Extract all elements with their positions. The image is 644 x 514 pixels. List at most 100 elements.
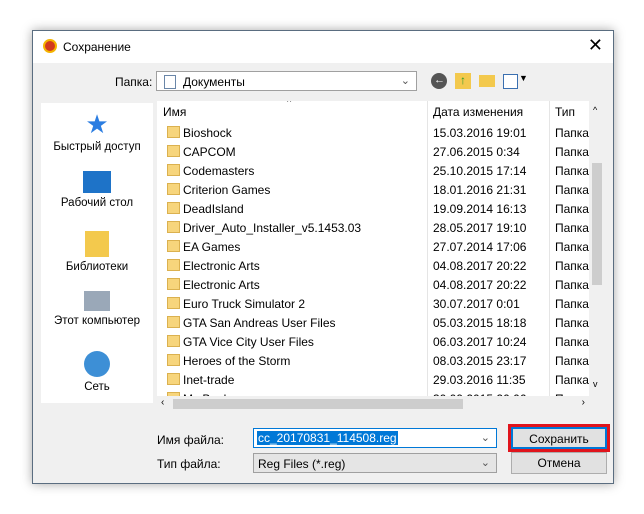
desktop-icon bbox=[83, 171, 111, 193]
up-folder-icon[interactable]: ↑ bbox=[455, 73, 471, 89]
folder-icon bbox=[167, 373, 180, 385]
file-date: 30.07.2017 0:01 bbox=[433, 297, 520, 311]
file-row[interactable]: GTA San Andreas User Files 05.03.2015 18:… bbox=[157, 313, 589, 332]
folder-icon bbox=[167, 354, 180, 366]
file-list[interactable]: ^ Имя Дата изменения Тип Bioshock 15.03.2… bbox=[157, 101, 589, 396]
place-this-pc[interactable]: Этот компьютер bbox=[41, 291, 153, 327]
network-icon bbox=[84, 351, 110, 377]
document-icon bbox=[164, 75, 176, 89]
folder-icon bbox=[167, 164, 180, 176]
file-date: 04.08.2017 20:22 bbox=[433, 278, 527, 292]
file-row[interactable]: EA Games 27.07.2014 17:06 Папка bbox=[157, 237, 589, 256]
column-date[interactable]: Дата изменения bbox=[433, 105, 523, 119]
file-date: 29.03.2016 11:35 bbox=[433, 373, 526, 387]
save-dialog: Сохранение ✕ Папка: Документы ⌄ ← ↑ ▼ ★ Б… bbox=[32, 30, 614, 484]
filetype-select[interactable]: Reg Files (*.reg) ⌄ bbox=[253, 453, 497, 473]
file-name: CAPCOM bbox=[183, 145, 236, 159]
libraries-icon bbox=[85, 231, 109, 257]
folder-icon bbox=[167, 221, 180, 233]
file-type: Папка bbox=[555, 126, 589, 140]
file-type: Папка bbox=[555, 183, 589, 197]
app-icon bbox=[43, 39, 57, 53]
file-row[interactable]: Bioshock 15.03.2016 19:01 Папка bbox=[157, 123, 589, 142]
cancel-button[interactable]: Отмена bbox=[511, 452, 607, 474]
place-label: Сеть bbox=[84, 381, 110, 393]
folder-icon bbox=[167, 297, 180, 309]
file-row[interactable]: Criterion Games 18.01.2016 21:31 Папка bbox=[157, 180, 589, 199]
title-bar: Сохранение ✕ bbox=[33, 31, 613, 63]
filetype-value: Reg Files (*.reg) bbox=[258, 457, 346, 471]
back-icon[interactable]: ← bbox=[431, 73, 447, 89]
filename-label: Имя файла: bbox=[157, 433, 224, 447]
filename-value: cc_20170831_114508.reg bbox=[257, 431, 398, 445]
folder-icon bbox=[167, 278, 180, 290]
place-network[interactable]: Сеть bbox=[41, 351, 153, 393]
column-type[interactable]: Тип bbox=[555, 105, 575, 119]
file-row[interactable]: GTA Vice City User Files 06.03.2017 10:24… bbox=[157, 332, 589, 351]
file-type: Папка bbox=[555, 335, 589, 349]
close-button[interactable]: ✕ bbox=[588, 35, 603, 56]
file-type: Папка bbox=[555, 202, 589, 216]
save-button[interactable]: Сохранить bbox=[511, 427, 607, 449]
file-name: Euro Truck Simulator 2 bbox=[183, 297, 306, 311]
file-row[interactable]: My Books30.09.2015 20:06Папка bbox=[157, 389, 589, 396]
folder-icon bbox=[167, 240, 180, 252]
folder-icon bbox=[167, 335, 180, 347]
folder-label: Папка: bbox=[115, 75, 153, 89]
file-type: Папка bbox=[555, 373, 589, 387]
file-date: 06.03.2017 10:24 bbox=[433, 335, 527, 349]
horizontal-scrollbar[interactable]: ‹ › bbox=[157, 396, 589, 412]
list-header: ^ Имя Дата изменения Тип bbox=[157, 101, 589, 121]
file-type: Папка bbox=[555, 297, 589, 311]
file-row[interactable]: DeadIsland 19.09.2014 16:13 Папка bbox=[157, 199, 589, 218]
column-name[interactable]: Имя bbox=[163, 105, 186, 119]
file-row[interactable]: Codemasters 25.10.2015 17:14 Папка bbox=[157, 161, 589, 180]
folder-icon bbox=[167, 145, 180, 157]
file-row[interactable]: Driver_Auto_Installer_v5.1453.03 28.05.20… bbox=[157, 218, 589, 237]
view-menu-icon[interactable]: ▼ bbox=[503, 73, 528, 89]
file-name: EA Games bbox=[183, 240, 241, 254]
file-row[interactable]: Euro Truck Simulator 2 30.07.2017 0:01 Пап… bbox=[157, 294, 589, 313]
file-row[interactable]: Electronic Arts 04.08.2017 20:22 Папка bbox=[157, 256, 589, 275]
file-row[interactable]: CAPCOM 27.06.2015 0:34 Папка bbox=[157, 142, 589, 161]
star-icon: ★ bbox=[85, 109, 109, 139]
file-type: Папка bbox=[555, 259, 589, 273]
file-name: GTA Vice City User Files bbox=[183, 335, 314, 349]
file-date: 27.06.2015 0:34 bbox=[433, 145, 520, 159]
file-name: Bioshock bbox=[183, 126, 232, 140]
folder-value: Документы bbox=[183, 75, 245, 89]
file-name: Electronic Arts bbox=[183, 278, 260, 292]
file-name: DeadIsland bbox=[183, 202, 244, 216]
file-name: Heroes of the Storm bbox=[183, 354, 291, 368]
chevron-down-icon: ⌄ bbox=[480, 457, 490, 469]
place-desktop[interactable]: Рабочий стол bbox=[41, 171, 153, 209]
file-name: Codemasters bbox=[183, 164, 255, 178]
vertical-scrollbar[interactable]: ^ v bbox=[589, 101, 605, 396]
place-label: Быстрый доступ bbox=[53, 141, 141, 153]
file-name: Criterion Games bbox=[183, 183, 271, 197]
file-name: GTA San Andreas User Files bbox=[183, 316, 336, 330]
place-libraries[interactable]: Библиотеки bbox=[41, 231, 153, 273]
filename-input[interactable]: cc_20170831_114508.reg ⌄ bbox=[253, 428, 497, 448]
folder-icon bbox=[167, 202, 180, 214]
file-date: 19.09.2014 16:13 bbox=[433, 202, 527, 216]
file-row[interactable]: Inet-trade 29.03.2016 11:35 Папка bbox=[157, 370, 589, 389]
new-folder-icon[interactable] bbox=[479, 75, 495, 87]
file-type: Папка bbox=[555, 164, 589, 178]
folder-icon bbox=[167, 126, 180, 138]
window-title: Сохранение bbox=[63, 40, 131, 54]
chevron-down-icon[interactable]: ⌄ bbox=[481, 431, 490, 444]
folder-icon bbox=[167, 183, 180, 195]
sort-up-icon: ^ bbox=[287, 101, 292, 107]
file-row[interactable]: Electronic Arts 04.08.2017 20:22 Папка bbox=[157, 275, 589, 294]
folder-combo[interactable]: Документы ⌄ bbox=[156, 71, 417, 91]
computer-icon bbox=[84, 291, 110, 311]
place-label: Этот компьютер bbox=[54, 315, 140, 327]
file-date: 08.03.2015 23:17 bbox=[433, 354, 527, 368]
file-type: Папка bbox=[555, 221, 589, 235]
file-type: Папка bbox=[555, 240, 589, 254]
file-date: 28.05.2017 19:10 bbox=[433, 221, 527, 235]
place-quick-access[interactable]: ★ Быстрый доступ bbox=[41, 111, 153, 153]
file-date: 15.03.2016 19:01 bbox=[433, 126, 527, 140]
file-row[interactable]: Heroes of the Storm 08.03.2015 23:17 Папка bbox=[157, 351, 589, 370]
